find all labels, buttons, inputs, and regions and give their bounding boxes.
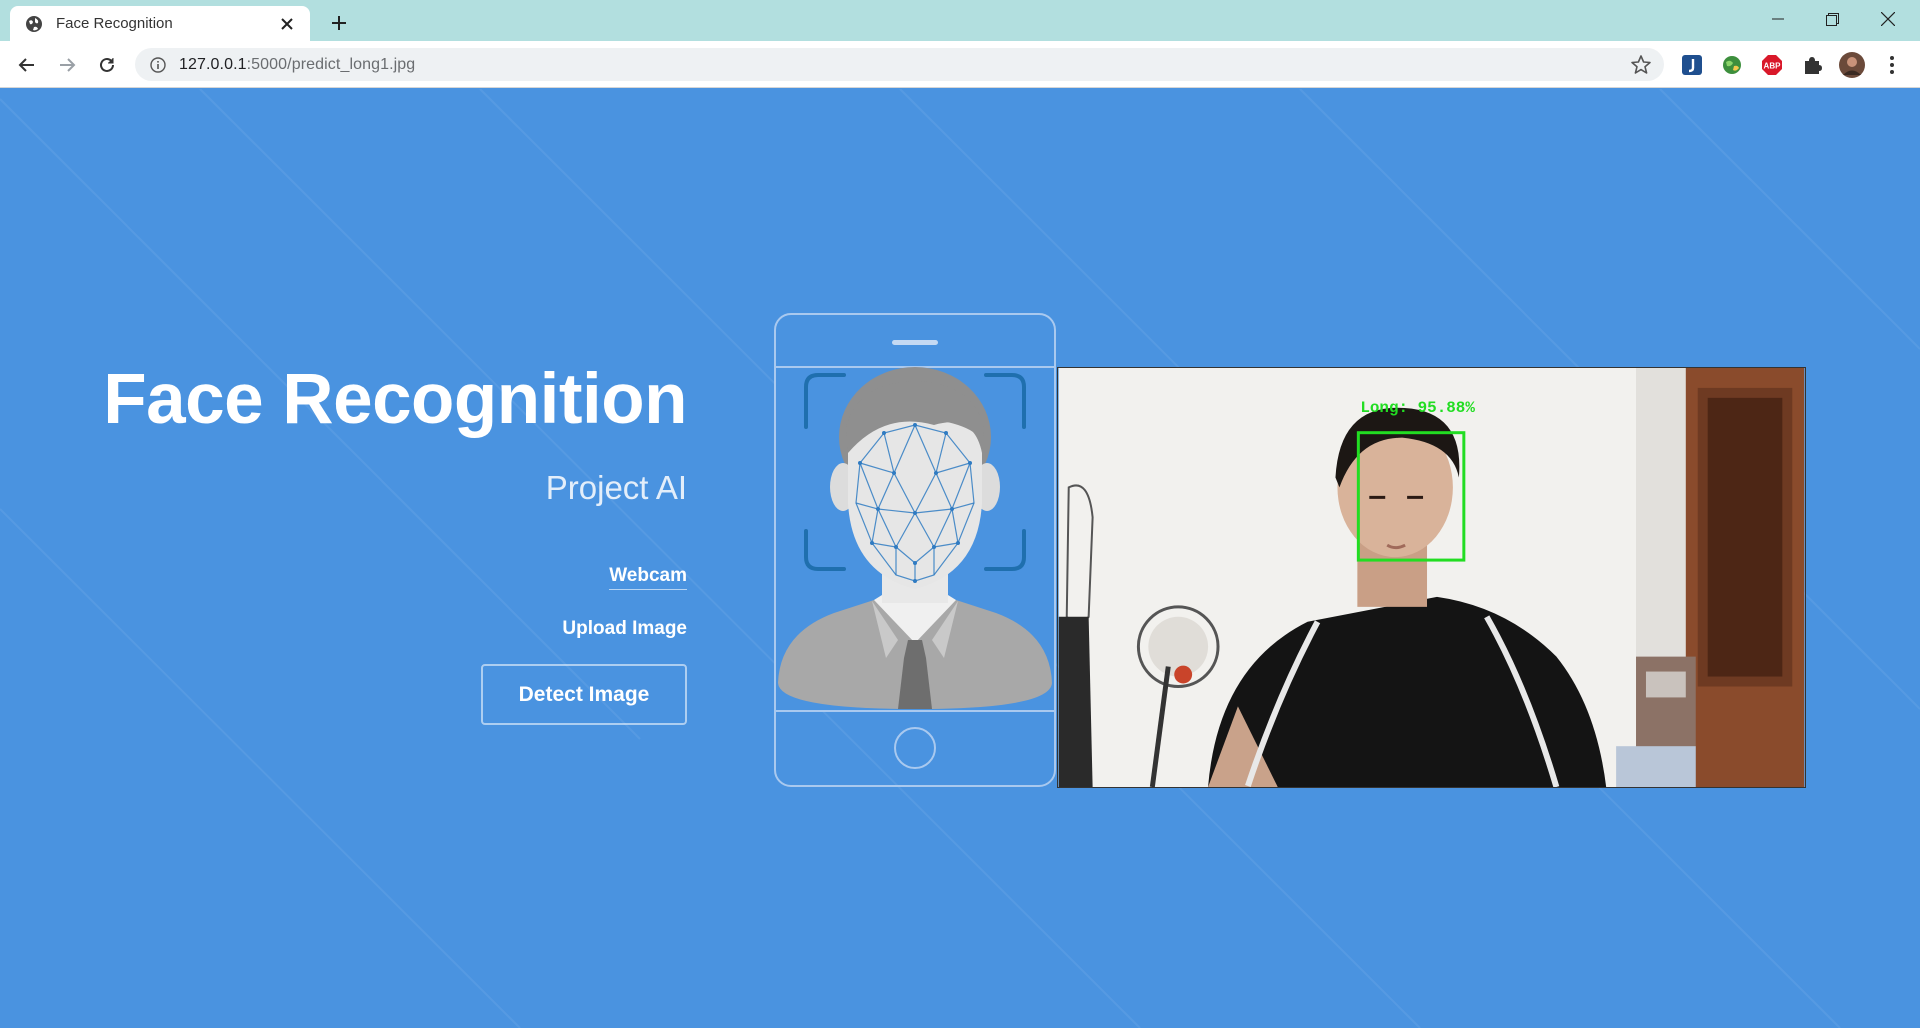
detect-image-button[interactable]: Detect Image — [481, 664, 687, 725]
browser-toolbar: 127.0.0.1:5000/predict_long1.jpg ABP — [0, 41, 1920, 88]
bookmark-star-icon[interactable] — [1630, 54, 1652, 76]
minimize-icon[interactable] — [1756, 4, 1800, 34]
back-icon[interactable] — [11, 49, 43, 81]
prediction-result-image: Long: 95.88% — [1057, 367, 1806, 788]
kebab-menu-icon[interactable] — [1880, 53, 1904, 77]
globe-extension-icon[interactable] — [1720, 53, 1744, 77]
reload-icon[interactable] — [91, 49, 123, 81]
info-icon[interactable] — [149, 56, 167, 74]
close-tab-icon[interactable] — [276, 13, 298, 35]
restore-icon[interactable] — [1810, 4, 1854, 34]
forward-icon[interactable] — [51, 49, 83, 81]
face-scan-phone-illustration — [774, 313, 1056, 787]
address-bar[interactable]: 127.0.0.1:5000/predict_long1.jpg — [135, 48, 1664, 81]
url-text: 127.0.0.1:5000/predict_long1.jpg — [179, 55, 416, 73]
globe-icon — [24, 14, 44, 34]
upload-image-link[interactable]: Upload Image — [562, 618, 687, 640]
adblock-plus-icon[interactable]: ABP — [1760, 53, 1784, 77]
prediction-label: Long: 95.88% — [1360, 399, 1475, 417]
tab-title: Face Recognition — [56, 15, 173, 32]
puzzle-icon[interactable] — [1800, 53, 1824, 77]
hero-title: Face Recognition — [103, 360, 687, 439]
new-tab-icon[interactable] — [326, 10, 352, 36]
close-window-icon[interactable] — [1866, 4, 1910, 34]
webcam-link[interactable]: Webcam — [609, 565, 687, 590]
tab-strip: Face Recognition — [0, 0, 1920, 41]
page-content: Face Recognition Project AI Webcam Uploa… — [0, 89, 1920, 1028]
hero-subtitle: Project AI — [545, 469, 687, 506]
profile-avatar[interactable] — [1838, 51, 1866, 79]
j-extension-icon[interactable] — [1680, 53, 1704, 77]
svg-text:ABP: ABP — [1764, 62, 1782, 71]
tab-face-recognition[interactable]: Face Recognition — [10, 6, 310, 41]
